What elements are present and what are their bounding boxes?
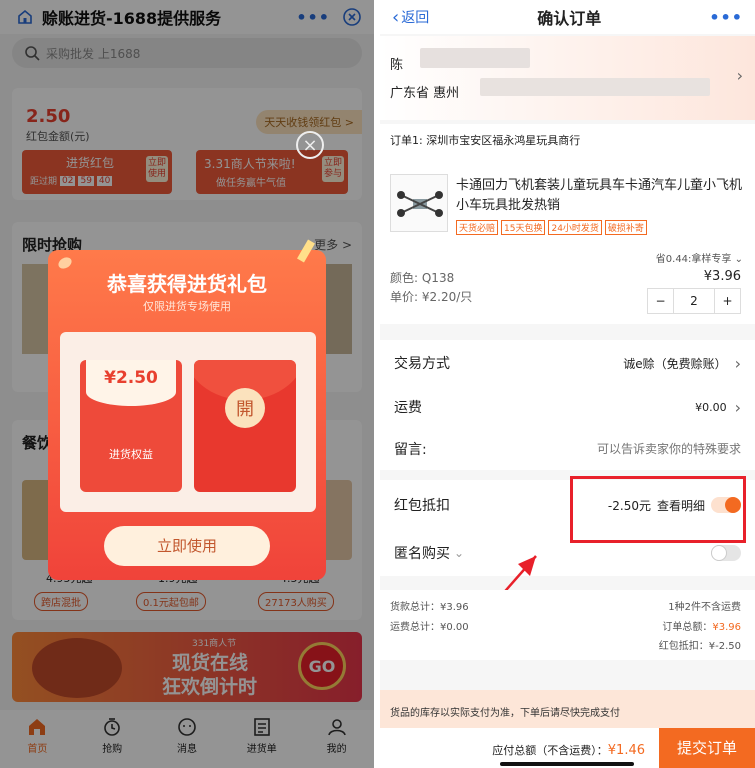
envelope-label: 进货权益 — [109, 448, 153, 461]
stock-notice: 货品的库存以实际支付为准，下单后请尽快完成支付 — [380, 690, 755, 728]
order-card: 订单1: 深圳市宝安区福永鸿星玩具商行 卡通回力飞机套装儿童玩具车卡通汽车儿童小… — [380, 124, 755, 324]
order-total-value: ¥3.96 — [712, 622, 741, 633]
rights-envelope[interactable]: ¥2.50 进货权益 — [80, 360, 182, 492]
service-tags: 天货必赔 15天包换 24小时发货 破损补寄 — [456, 220, 647, 235]
sample-saving-tip[interactable]: 省0.44:拿样专享 ⌄ — [656, 250, 743, 265]
envelope-amount: ¥2.50 — [104, 368, 158, 388]
back-label: 返回 — [401, 10, 430, 26]
highlight-box — [570, 476, 746, 543]
envelope-tray: ¥2.50 进货权益 開 — [60, 332, 316, 512]
order-options: 交易方式 诚e赊（免费赊账） › 运费 ¥0.00 › 留言: — [380, 340, 755, 470]
page-title: 确认订单 — [537, 9, 602, 28]
home-indicator — [500, 762, 634, 766]
unopened-envelope[interactable]: 開 — [194, 360, 296, 492]
trade-method-label: 交易方式 — [394, 356, 450, 372]
service-tag: 破损补寄 — [604, 220, 647, 235]
toggle-knob — [711, 545, 727, 561]
submit-order-button[interactable]: 提交订单 — [659, 728, 755, 768]
service-tag: 24小时发货 — [548, 220, 602, 235]
chevron-right-icon: › — [734, 353, 741, 373]
freight-label: 运费 — [394, 400, 422, 416]
use-now-button[interactable]: 立即使用 — [104, 526, 270, 566]
product-title[interactable]: 卡通回力飞机套装儿童玩具车卡通汽车儿童小飞机小车玩具批发热销 — [456, 176, 742, 216]
back-button[interactable]: ‹ 返回 — [392, 7, 429, 28]
checkout-bar: 应付总额（不含运费）：¥1.46 提交订单 — [380, 728, 755, 768]
memo-row: 留言: — [380, 428, 755, 470]
close-icon: × — [302, 134, 318, 156]
trade-method-row[interactable]: 交易方式 诚e赊（免费赊账） › — [380, 340, 755, 386]
order-total-line: 订单总额：¥3.96 — [662, 618, 741, 633]
freight-total: 运费总计：¥0.00 — [390, 622, 469, 633]
left-screen: 赊账进货-1688提供服务 ••• 采购批发 上1688 2.50 红包金额(元… — [0, 0, 374, 768]
address-region: 广东省 惠州 — [390, 86, 460, 101]
chevron-right-icon: › — [734, 397, 741, 417]
payable-line: 应付总额（不含运费）：¥1.46 — [492, 742, 645, 758]
anonymous-toggle[interactable] — [711, 545, 741, 561]
chevron-down-icon: ⌄ — [734, 254, 743, 265]
more-menu-button[interactable]: ••• — [709, 8, 743, 27]
decrease-qty-button[interactable]: − — [648, 289, 674, 313]
address-card[interactable]: 陈 广东省 惠州 › — [380, 36, 755, 120]
goods-total: 货款总计：¥3.96 — [390, 602, 469, 613]
address-name: 陈 — [390, 58, 404, 73]
right-screen: ‹ 返回 确认订单 ••• 陈 广东省 惠州 › 订单1: 深圳市宝安区福永鸿星… — [380, 0, 755, 768]
order-shop-name[interactable]: 订单1: 深圳市宝安区福永鸿星玩具商行 — [390, 132, 580, 148]
blurred-address — [480, 78, 710, 96]
order-total-label: 订单总额： — [662, 622, 713, 633]
payable-amount: ¥1.46 — [607, 743, 645, 758]
memo-input[interactable] — [541, 442, 741, 456]
redpack-deduct-total: 红包抵扣：¥-2.50 — [658, 641, 741, 652]
sample-saving-text: 省0.44:拿样专享 — [655, 254, 732, 265]
memo-label: 留言: — [394, 442, 427, 458]
item-count: 1种2件不含运费 — [668, 602, 741, 613]
envelope-amount-card: ¥2.50 — [86, 360, 176, 406]
product-line-price: ¥3.96 — [703, 269, 741, 284]
order-summary: 货款总计：¥3.96 运费总计：¥0.00 1种2件不含运费 订单总额：¥3.9… — [380, 590, 755, 660]
right-top-bar: ‹ 返回 确认订单 ••• — [380, 0, 755, 34]
product-unit-price: 单价: ¥2.20/只 — [390, 290, 473, 304]
increase-qty-button[interactable]: + — [714, 289, 740, 313]
freight-row[interactable]: 运费 ¥0.00 › — [380, 386, 755, 428]
modal-subtitle: 仅限进货专场使用 — [143, 300, 231, 313]
service-tag: 15天包换 — [501, 220, 546, 235]
product-thumbnail[interactable] — [390, 174, 448, 232]
open-envelope-button[interactable]: 開 — [225, 388, 265, 428]
redpack-deduction-label: 红包抵扣 — [394, 498, 450, 514]
drone-toy-icon — [397, 191, 443, 217]
anonymous-label: 匿名购买 — [394, 546, 450, 562]
chevron-right-icon: › — [736, 66, 743, 85]
quantity-stepper[interactable]: − 2 + — [647, 288, 741, 314]
modal-title: 恭喜获得进货礼包 — [107, 272, 267, 296]
chevron-left-icon: ‹ — [392, 6, 400, 28]
freight-value: ¥0.00 — [695, 400, 727, 414]
service-tag: 天货必赔 — [456, 220, 499, 235]
product-color: 颜色: Q138 — [390, 271, 455, 285]
quantity-value[interactable]: 2 — [674, 289, 714, 313]
gift-pack-modal: 恭喜获得进货礼包 仅限进货专场使用 ¥2.50 进货权益 開 立即使用 — [48, 239, 326, 580]
payable-label: 应付总额（不含运费）： — [492, 744, 608, 757]
open-char: 開 — [236, 399, 254, 420]
close-modal-button[interactable]: × — [296, 131, 324, 159]
trade-method-value: 诚e赊（免费赊账） — [623, 356, 727, 371]
blurred-phone — [420, 48, 530, 68]
